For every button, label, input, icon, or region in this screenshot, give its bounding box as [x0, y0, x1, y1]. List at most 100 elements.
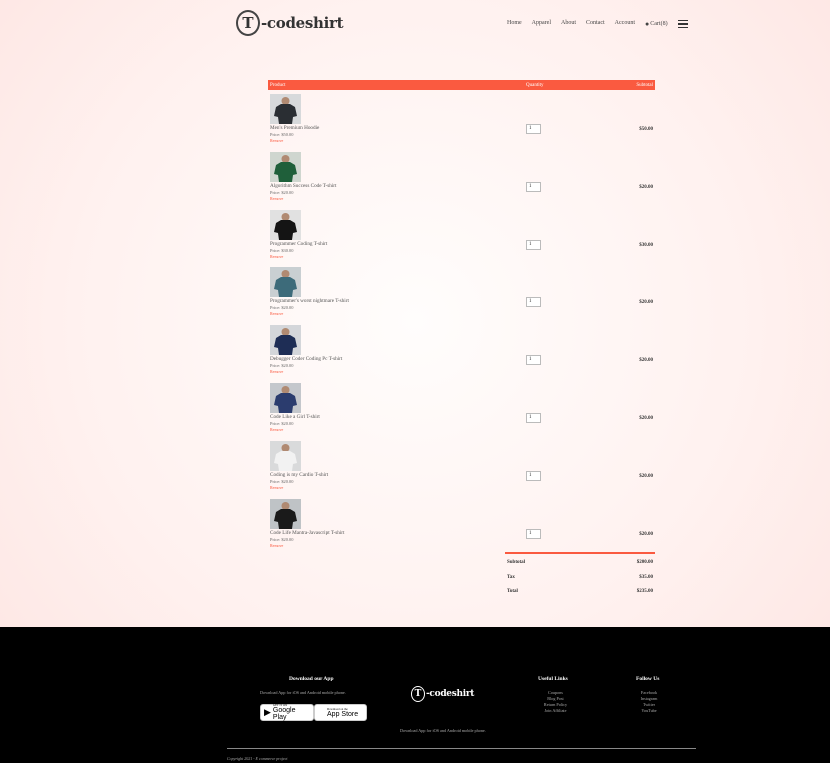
quantity-input[interactable]: 1: [526, 355, 541, 366]
product-name[interactable]: Coding is my Cardio T-shirt: [270, 472, 328, 478]
product-name[interactable]: Debugger Coder Coding Pc T-shirt: [270, 356, 342, 362]
remove-link[interactable]: Remove: [270, 369, 283, 374]
follow-links-list: Facebook Instagram Twitter YouTube: [636, 690, 662, 714]
product-name[interactable]: Programmer's worst nightmare T-shirt: [270, 298, 349, 304]
row-subtotal: $20.00: [639, 531, 653, 537]
totals-label: Total: [507, 589, 518, 594]
app-store-big: App Store: [320, 710, 358, 718]
nav-account[interactable]: Account: [615, 20, 635, 28]
cart-row: Programmer's worst nightmare T-shirt Pric…: [268, 263, 655, 321]
product-name[interactable]: Programmer Coding T-shirt: [270, 241, 327, 247]
useful-links-title: Useful Links: [538, 676, 568, 682]
product-name[interactable]: Code Life Mantra-Javascript T-shirt: [270, 530, 344, 536]
totals-label: Tax: [507, 574, 515, 580]
totals-total-row: Total $235.00: [505, 583, 655, 598]
row-subtotal: $30.00: [639, 242, 653, 248]
product-price: Price: $30.00: [270, 247, 294, 253]
remove-link[interactable]: Remove: [270, 254, 283, 259]
product-name[interactable]: Men's Premium Hoodie: [270, 125, 319, 131]
product-price: Price: $20.00: [270, 420, 294, 426]
totals-value: $200.00: [636, 560, 653, 565]
quantity-input[interactable]: 1: [526, 528, 541, 539]
quantity-input[interactable]: 1: [526, 470, 541, 481]
site-footer: Download our App Download App for iOS an…: [0, 627, 830, 763]
copyright-text: Copyright 2021 - E commerce project: [227, 756, 288, 761]
cart-row: Coding is my Cardio T-shirt Price: $20.00…: [268, 437, 655, 495]
site-header: T -codeshirt Home Apparel About Contact …: [0, 0, 830, 50]
row-subtotal: $20.00: [639, 184, 653, 190]
footer-divider: [227, 748, 696, 749]
header-quantity: Quantity: [526, 83, 544, 88]
product-image[interactable]: [270, 209, 301, 240]
product-name[interactable]: Algorithm Success Code T-shirt: [270, 183, 336, 189]
remove-link[interactable]: Remove: [270, 485, 283, 490]
quantity-input[interactable]: 1: [526, 124, 541, 134]
site-logo[interactable]: T -codeshirt: [236, 8, 344, 38]
cart-row: Algorithm Success Code T-shirt Price: $20…: [268, 148, 655, 206]
product-price: Price: $20.00: [270, 478, 294, 484]
quantity-input[interactable]: 1: [526, 181, 541, 192]
google-play-badge[interactable]: ▶ GET IT ON Google Play: [260, 704, 314, 721]
product-image[interactable]: [270, 94, 301, 124]
product-image[interactable]: [270, 151, 301, 182]
cart-table-header: Product Quantity Subtotal: [268, 80, 655, 90]
cart-row: Debugger Coder Coding Pc T-shirt Price: $…: [268, 321, 655, 379]
product-price: Price: $20.00: [270, 363, 294, 369]
header-product: Product: [270, 83, 286, 88]
quantity-input[interactable]: 1: [526, 239, 541, 250]
product-price: Price: $20.00: [270, 305, 294, 311]
row-subtotal: $20.00: [639, 358, 653, 364]
follow-us-title: Follow Us: [636, 676, 660, 682]
quantity-input[interactable]: 1: [526, 412, 541, 423]
remove-link[interactable]: Remove: [270, 427, 283, 432]
remove-link[interactable]: Remove: [270, 311, 283, 316]
link-youtube[interactable]: YouTube: [641, 708, 656, 714]
remove-link[interactable]: Remove: [270, 196, 283, 201]
download-app-text: Download App for iOS and Android mobile …: [260, 690, 346, 695]
product-image[interactable]: [270, 267, 301, 298]
product-image[interactable]: [270, 440, 301, 471]
cart-icon: ●: [645, 20, 650, 28]
nav-apparel[interactable]: Apparel: [532, 20, 551, 28]
remove-link[interactable]: Remove: [270, 543, 283, 548]
row-subtotal: $20.00: [639, 300, 653, 306]
totals-tax-row: Tax $35.00: [505, 569, 655, 584]
footer-logo-mark: T: [411, 686, 425, 702]
row-subtotal: $20.00: [639, 473, 653, 479]
cart-row: Men's Premium Hoodie Price: $50.00 Remove 1…: [268, 90, 655, 148]
cart-label: Cart(8): [650, 21, 668, 27]
nav-cart[interactable]: ● Cart(8): [645, 20, 678, 28]
app-store-badge[interactable]:  Download on the App Store: [314, 704, 367, 721]
totals-table: Subtotal $200.00 Tax $35.00 Total $235.0…: [505, 552, 655, 598]
product-name[interactable]: Code Like a Girl T-shirt: [270, 414, 320, 420]
hamburger-menu-icon[interactable]: [678, 20, 688, 28]
totals-label: Subtotal: [507, 560, 526, 565]
nav-about[interactable]: About: [561, 20, 576, 28]
cart-row: Code Life Mantra-Javascript T-shirt Price…: [268, 495, 655, 553]
footer-logo-text: -codeshirt: [426, 689, 475, 699]
google-play-big: Google Play: [272, 707, 296, 721]
logo-mark: T: [236, 10, 260, 36]
remove-link[interactable]: Remove: [270, 138, 283, 143]
nav-home[interactable]: Home: [507, 20, 522, 28]
google-play-icon: ▶: [264, 707, 271, 717]
main-nav: Home Apparel About Contact Account ● Car…: [507, 20, 688, 28]
quantity-input[interactable]: 1: [526, 297, 541, 308]
row-subtotal: $50.00: [639, 127, 653, 132]
product-price: Price: $20.00: [270, 536, 294, 542]
apple-icon: : [318, 708, 325, 718]
header-subtotal: Subtotal: [636, 83, 653, 88]
cart-row: Programmer Coding T-shirt Price: $30.00 Re…: [268, 206, 655, 264]
totals-value: $235.00: [636, 589, 653, 594]
link-join-affiliate[interactable]: Join Affiliate: [545, 708, 567, 714]
product-image[interactable]: [270, 498, 301, 529]
cart-table: Product Quantity Subtotal Men's Premium …: [268, 80, 655, 552]
footer-logo[interactable]: T -codeshirt: [411, 686, 474, 702]
useful-links-list: Coupons Blog Post Return Policy Join Aff…: [538, 690, 573, 714]
nav-contact[interactable]: Contact: [586, 20, 605, 28]
row-subtotal: $20.00: [639, 415, 653, 421]
cart-row: Code Like a Girl T-shirt Price: $20.00 Rem…: [268, 379, 655, 437]
product-image[interactable]: [270, 325, 301, 356]
product-image[interactable]: [270, 382, 301, 413]
logo-text: -codeshirt: [261, 14, 344, 32]
